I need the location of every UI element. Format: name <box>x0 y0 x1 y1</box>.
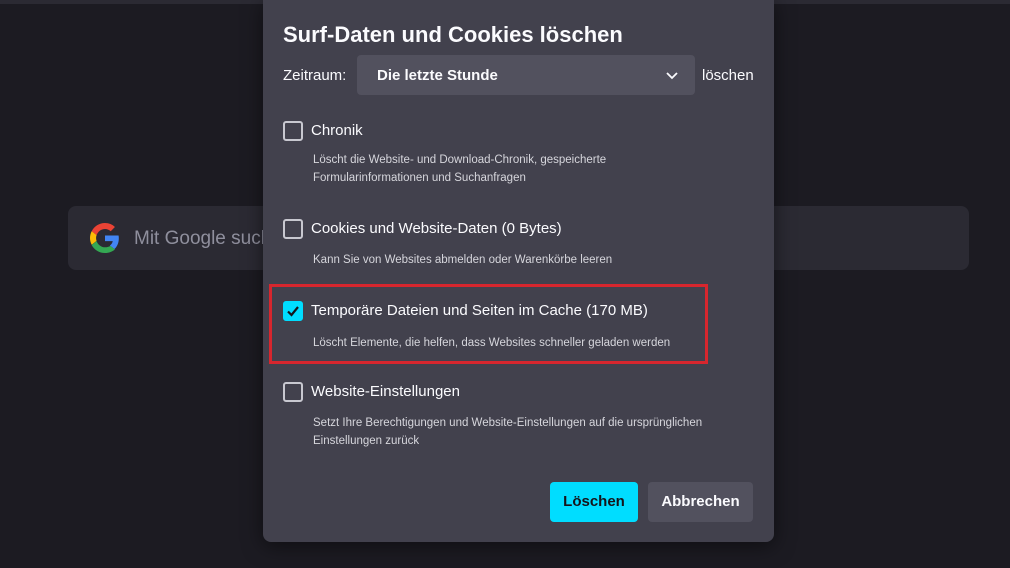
chevron-down-icon <box>666 72 678 80</box>
option-description: Löscht Elemente, die helfen, dass Websit… <box>313 337 671 349</box>
search-placeholder: Mit Google such <box>134 228 272 249</box>
clear-data-dialog: Surf-Daten und Cookies löschen Zeitraum:… <box>263 0 774 542</box>
clear-button[interactable]: Löschen <box>550 482 638 522</box>
time-range-select[interactable]: Die letzte Stunde <box>357 55 695 95</box>
site-settings-checkbox[interactable] <box>283 382 303 402</box>
option-label: Website-Einstellungen <box>311 383 460 400</box>
option-description: Löscht die Website- und Download-Chronik… <box>313 154 607 184</box>
time-range-label: Zeitraum: <box>283 67 347 84</box>
dialog-title: Surf-Daten und Cookies löschen <box>283 22 623 47</box>
cancel-button[interactable]: Abbrechen <box>648 482 753 522</box>
option-label: Cookies und Website-Daten (0 Bytes) <box>311 220 562 237</box>
option-description: Setzt Ihre Berechtigungen und Website-Ei… <box>313 417 703 447</box>
option-description: Kann Sie von Websites abmelden oder Ware… <box>313 254 613 266</box>
time-range-value: Die letzte Stunde <box>377 67 498 84</box>
cookies-checkbox[interactable] <box>283 219 303 239</box>
checkmark-icon <box>287 306 299 317</box>
history-checkbox[interactable] <box>283 121 303 141</box>
option-label: Chronik <box>311 122 363 139</box>
google-g-icon <box>90 223 119 253</box>
cache-checkbox[interactable] <box>283 301 303 321</box>
time-range-suffix: löschen <box>702 67 754 84</box>
option-label: Temporäre Dateien und Seiten im Cache (1… <box>311 302 648 319</box>
